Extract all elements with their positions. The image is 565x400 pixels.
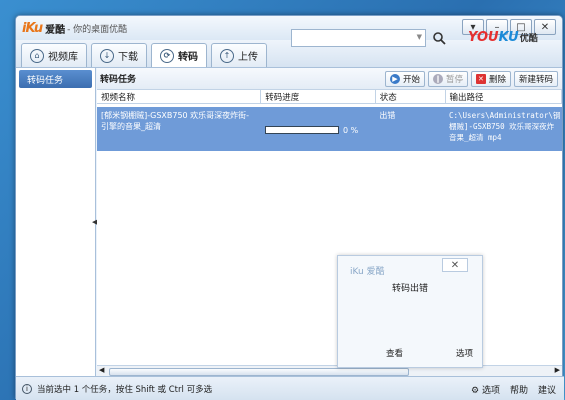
dialog-options-button[interactable]: 选项 <box>456 347 473 359</box>
status-message: 当前选中 1 个任务，按住 Shift 或 Ctrl 可多选 <box>37 384 213 395</box>
upload-icon: ↑ <box>220 48 234 63</box>
error-dialog: iKu 爱酷 ✕ 转码出错 查看 选项 <box>337 255 483 368</box>
start-label: 开始 <box>402 75 420 85</box>
delete-icon: ✕ <box>475 74 486 84</box>
app-slogan: - 你的桌面优酷 <box>67 24 128 35</box>
scroll-left-icon[interactable]: ◀ <box>99 366 104 374</box>
download-icon: ↓ <box>100 48 114 63</box>
suggest-link[interactable]: 建议 <box>538 383 556 396</box>
transcode-icon: ⟳ <box>160 48 174 63</box>
new-transcode-button[interactable]: 新建转码 <box>513 71 558 87</box>
options-label: 选项 <box>481 386 500 396</box>
tab-upload[interactable]: ↑ 上传 <box>211 43 267 67</box>
row-output-path: C:\Users\Administrator\钢棚贼]-GSXB750 欢乐哥深… <box>449 111 561 142</box>
youku-brand-logo: YOUKU优酷 <box>468 30 538 45</box>
logo-cn: 爱酷 <box>45 24 66 36</box>
table-row[interactable]: [郁米钢棚贼]-GSXB750 欢乐哥深夜炸街-引擎的音果_超清 0 % 出错 … <box>97 107 562 151</box>
home-icon: ⌂ <box>30 48 44 63</box>
row-video-name: [郁米钢棚贼]-GSXB750 欢乐哥深夜炸街-引擎的音果_超清 <box>101 111 250 131</box>
app-logo: iKu 爱酷 - 你的桌面优酷 <box>22 21 127 36</box>
status-bar: i 当前选中 1 个任务，按住 Shift 或 Ctrl 可多选 ⚙ 选项 帮助… <box>16 376 564 400</box>
row-progress: 0 % <box>261 107 375 151</box>
task-panel: 转码任务 ▶ 开始 ‖ 暂停 ✕ 删除 新建转码 视频名称 转码进度 状态 输出路径 … <box>97 68 562 376</box>
column-header-progress[interactable]: 转码进度 <box>261 90 376 103</box>
chevron-down-icon[interactable]: ▼ <box>417 33 422 41</box>
pause-icon: ‖ <box>432 74 443 84</box>
tab-label: 上传 <box>238 52 258 63</box>
tab-download[interactable]: ↓ 下载 <box>91 43 147 67</box>
tab-label: 转码 <box>178 52 198 63</box>
help-link[interactable]: 帮助 <box>510 383 528 396</box>
column-header-name[interactable]: 视频名称 <box>97 90 262 103</box>
dialog-title: iKu 爱酷 <box>350 267 385 277</box>
gear-icon: ⚙ <box>471 386 480 396</box>
tab-label: 下载 <box>118 52 138 63</box>
delete-label: 删除 <box>488 75 506 85</box>
info-icon: i <box>22 383 32 394</box>
options-link[interactable]: ⚙ 选项 <box>471 383 500 396</box>
scroll-right-icon[interactable]: ▶ <box>555 366 560 374</box>
tab-transcode[interactable]: ⟳ 转码 <box>151 43 207 67</box>
brand-cn: 优酷 <box>519 34 538 44</box>
start-button[interactable]: ▶ 开始 <box>384 71 425 87</box>
progress-bar <box>265 126 340 134</box>
dialog-message: 转码出错 <box>391 284 428 294</box>
progress-text: 0 % <box>343 125 359 135</box>
panel-title: 转码任务 <box>100 75 137 85</box>
sidebar: 转码任务 <box>16 68 96 376</box>
sidebar-item-transcode-tasks[interactable]: 转码任务 <box>19 70 92 88</box>
column-header-output[interactable]: 输出路径 <box>446 90 562 103</box>
brand-ku: KU <box>498 30 519 45</box>
delete-button[interactable]: ✕ 删除 <box>470 71 511 87</box>
start-icon: ▶ <box>389 74 400 84</box>
brand-you: YOU <box>468 30 499 45</box>
dialog-close-button[interactable]: ✕ <box>442 258 468 272</box>
logo-latin: iKu <box>22 20 43 36</box>
dialog-view-button[interactable]: 查看 <box>386 347 403 359</box>
pause-button[interactable]: ‖ 暂停 <box>427 71 468 87</box>
table-header: 视频名称 转码进度 状态 输出路径 <box>97 90 562 104</box>
search-input[interactable]: ▼ <box>291 29 426 47</box>
column-header-status[interactable]: 状态 <box>376 90 446 103</box>
row-status: 出错 <box>379 111 396 120</box>
search-icon <box>432 31 446 45</box>
tab-label: 视频库 <box>48 52 78 63</box>
scroll-thumb[interactable] <box>109 368 409 376</box>
tab-video-library[interactable]: ⌂ 视频库 <box>21 43 87 67</box>
search-button[interactable] <box>428 28 450 48</box>
pause-label: 暂停 <box>445 75 463 85</box>
